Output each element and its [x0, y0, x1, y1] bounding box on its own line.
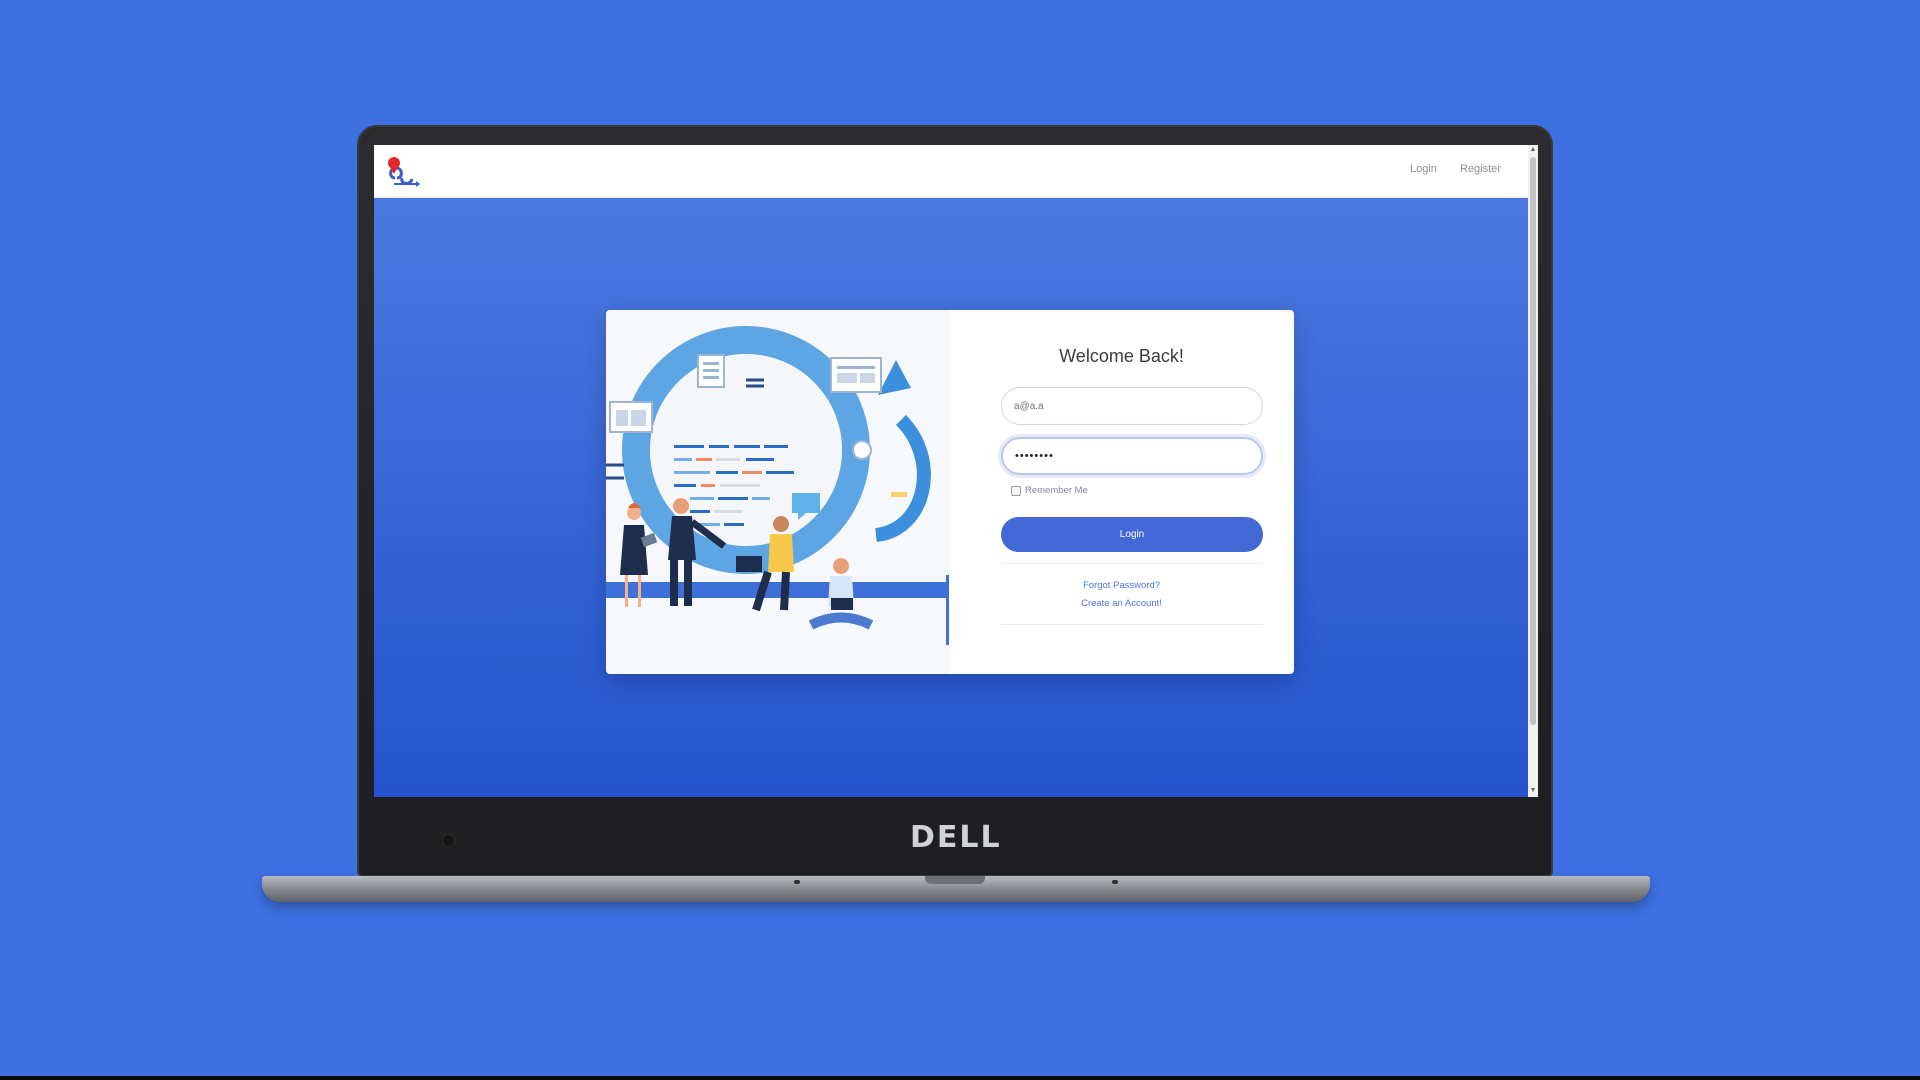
illustration [606, 310, 949, 674]
email-field[interactable] [1001, 387, 1263, 425]
page-background: Welcome Back! Remember Me Login Forgot P… [374, 198, 1528, 797]
forgot-password-link[interactable]: Forgot Password? [949, 580, 1294, 591]
password-field[interactable] [1001, 437, 1263, 475]
divider [1001, 624, 1263, 625]
page-title: Welcome Back! [1059, 346, 1184, 366]
hinge-dot-right [1112, 880, 1118, 884]
remember-checkbox[interactable] [1011, 486, 1021, 496]
team-illustration [606, 326, 949, 668]
bottom-strip [0, 1076, 1920, 1080]
scrollbar-thumb[interactable] [1530, 157, 1536, 725]
scroll-up-arrow[interactable]: ▲ [1529, 146, 1537, 154]
login-card: Welcome Back! Remember Me Login Forgot P… [606, 310, 1294, 674]
laptop-notch [925, 876, 985, 884]
lightbulb-shape [852, 440, 872, 460]
refresh-arrow-shape [874, 415, 931, 542]
nav-login-link[interactable]: Login [1410, 163, 1437, 175]
navbar: Login Register [374, 145, 1528, 198]
dell-logo: DELL [910, 820, 1002, 855]
form-panel: Welcome Back! Remember Me Login Forgot P… [949, 310, 1294, 674]
nav-register-link[interactable]: Register [1460, 163, 1501, 175]
refresh-arrowhead-shape [878, 360, 911, 395]
create-account-link[interactable]: Create an Account! [949, 598, 1294, 609]
screen: Login Register Welcome Back! a@a.a •••••… [374, 145, 1538, 797]
remember-label: Remember Me [1025, 485, 1088, 496]
speech-bubble-shape [792, 493, 820, 513]
login-button[interactable]: Login [1001, 517, 1263, 552]
brand-logo-icon[interactable] [386, 156, 422, 188]
hinge-dot-left [794, 880, 800, 884]
webcam [443, 835, 454, 846]
divider [1001, 563, 1263, 564]
scroll-down-arrow[interactable]: ▼ [1529, 787, 1537, 795]
